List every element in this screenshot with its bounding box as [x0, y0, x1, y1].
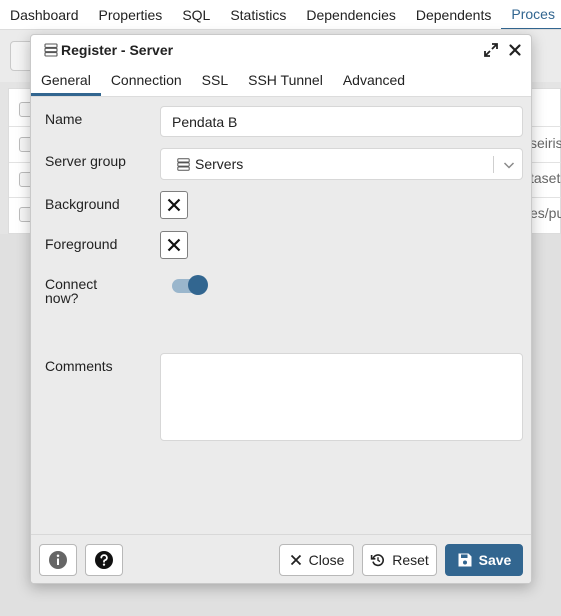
reset-button[interactable]: Reset — [362, 544, 437, 576]
dialog-tabs: General Connection SSL SSH Tunnel Advanc… — [31, 65, 531, 97]
name-label: Name — [45, 111, 83, 127]
dialog-header[interactable]: Register - Server — [31, 35, 531, 65]
x-icon — [167, 238, 181, 252]
tab-ssh-tunnel[interactable]: SSH Tunnel — [238, 65, 333, 96]
server-group-label: Server group — [45, 153, 126, 169]
table-cell: taset — [530, 170, 561, 186]
reset-icon — [371, 554, 385, 567]
close-icon — [290, 554, 301, 566]
tab-general[interactable]: General — [31, 65, 101, 96]
save-button[interactable]: Save — [445, 544, 523, 576]
help-button[interactable] — [85, 544, 123, 576]
dialog-body: Name Pendata B Server group Servers Back… — [31, 97, 531, 534]
background-label: Background — [45, 196, 120, 212]
save-icon — [458, 553, 472, 567]
object-tabs-bar: Dashboard Properties SQL Statistics Depe… — [0, 0, 561, 30]
expand-icon[interactable] — [483, 42, 499, 58]
server-group-select[interactable]: Servers — [160, 148, 523, 180]
table-cell: es/pu — [530, 205, 561, 221]
tab-dependencies[interactable]: Dependencies — [296, 0, 406, 29]
background-color-picker[interactable] — [160, 191, 188, 219]
table-cell: seiris — [530, 135, 561, 151]
tab-advanced[interactable]: Advanced — [333, 65, 415, 96]
info-icon — [49, 551, 67, 569]
tab-statistics[interactable]: Statistics — [220, 0, 296, 29]
close-button-label: Close — [308, 552, 345, 568]
tab-dashboard[interactable]: Dashboard — [0, 0, 89, 29]
select-separator — [493, 156, 494, 173]
server-icon — [44, 43, 58, 57]
foreground-color-picker[interactable] — [160, 231, 188, 259]
reset-button-label: Reset — [392, 552, 429, 568]
tab-connection[interactable]: Connection — [101, 65, 192, 96]
connect-now-label-line1: Connect — [45, 276, 98, 292]
dialog-title: Register - Server — [61, 42, 174, 58]
comments-label: Comments — [45, 358, 113, 374]
tab-processes[interactable]: Proces — [501, 0, 561, 29]
toggle-knob — [188, 275, 208, 295]
tab-ssl[interactable]: SSL — [192, 65, 238, 96]
help-icon — [95, 551, 113, 569]
tab-properties[interactable]: Properties — [89, 0, 173, 29]
dialog-footer: Close Reset Save — [31, 534, 531, 583]
tab-dependents[interactable]: Dependents — [406, 0, 502, 29]
save-button-label: Save — [478, 552, 512, 568]
connect-now-label-line2: now? — [45, 290, 79, 306]
server-group-icon — [177, 158, 190, 171]
close-icon[interactable] — [507, 42, 523, 58]
server-group-value: Servers — [195, 156, 244, 172]
connect-now-toggle[interactable] — [172, 274, 210, 296]
close-button[interactable]: Close — [279, 544, 354, 576]
foreground-label: Foreground — [45, 236, 118, 252]
x-icon — [167, 198, 181, 212]
chevron-down-icon[interactable] — [502, 158, 516, 172]
register-server-dialog: Register - Server General Connection SSL… — [30, 34, 532, 584]
tab-sql[interactable]: SQL — [172, 0, 220, 29]
info-button[interactable] — [39, 544, 77, 576]
comments-textarea[interactable] — [160, 353, 523, 441]
name-input[interactable]: Pendata B — [160, 106, 523, 137]
